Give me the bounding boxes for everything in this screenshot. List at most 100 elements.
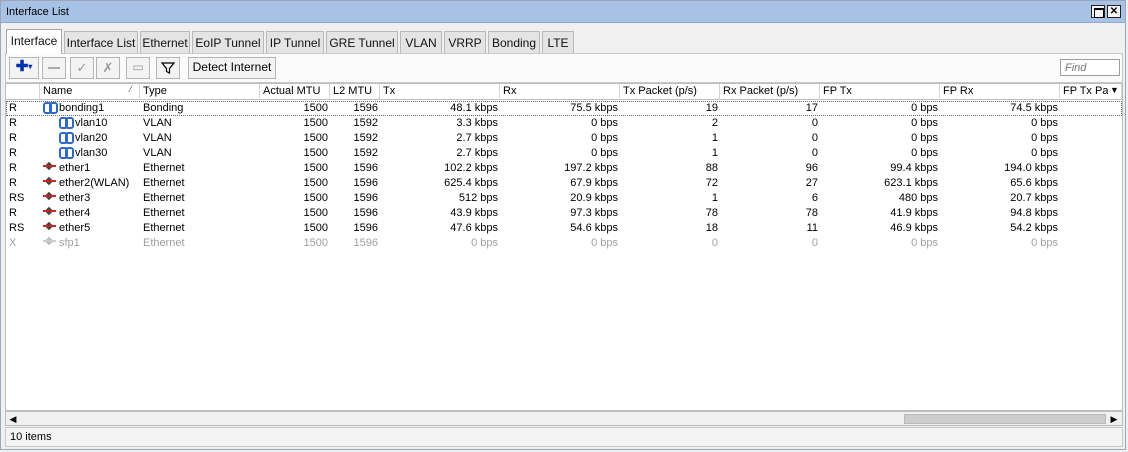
- column-header[interactable]: FP Tx: [820, 84, 940, 100]
- cell-mtu: 1500: [303, 102, 328, 114]
- scroll-right-icon[interactable]: ▶: [1108, 413, 1120, 425]
- column-menu-icon[interactable]: ▼: [1108, 85, 1121, 95]
- title-bar[interactable]: Interface List ✕: [1, 1, 1125, 23]
- cell-txp: 72: [705, 177, 718, 189]
- scroll-left-icon[interactable]: ◀: [7, 413, 19, 425]
- cell-fptxp: [1060, 101, 1122, 116]
- cell-fprx: 74.5 kbps: [1010, 102, 1058, 114]
- tab-eoip-tunnel[interactable]: EoIP Tunnel: [192, 31, 264, 53]
- filter-button[interactable]: [156, 57, 180, 79]
- cell-mtu: 1500: [303, 222, 328, 234]
- tab-gre-tunnel[interactable]: GRE Tunnel: [326, 31, 398, 53]
- cell-fptx: 41.9 kbps: [890, 207, 938, 219]
- cell-tx: 625.4 kbps: [444, 177, 498, 189]
- cell-rxp: 6: [811, 192, 818, 204]
- tab-ethernet[interactable]: Ethernet: [140, 31, 190, 53]
- cell-rxp: 0: [811, 237, 818, 249]
- column-header[interactable]: Rx: [500, 84, 620, 100]
- tab-vlan[interactable]: VLAN: [400, 31, 442, 53]
- interface-name: ether5: [59, 222, 91, 234]
- cell-rx: 0 bps: [591, 147, 618, 159]
- cell-flags: R: [9, 162, 17, 174]
- chevron-down-icon: ▾: [28, 62, 33, 71]
- tab-interface-list[interactable]: Interface List: [64, 31, 138, 53]
- tab-vrrp[interactable]: VRRP: [444, 31, 486, 53]
- comment-button[interactable]: ▭: [126, 57, 150, 79]
- cell-tx: 47.6 kbps: [450, 222, 498, 234]
- column-header[interactable]: Type: [140, 84, 260, 100]
- tab-lte[interactable]: LTE: [542, 31, 574, 53]
- cell-name: ether2(WLAN): [40, 176, 140, 191]
- interface-name: sfp1: [59, 237, 80, 249]
- cell-txp: 0: [711, 237, 718, 249]
- cell-name: ether3: [40, 191, 140, 206]
- column-header[interactable]: Tx: [380, 84, 500, 100]
- close-icon[interactable]: ✕: [1107, 5, 1121, 18]
- cell-flags: X: [9, 237, 17, 249]
- cell-flags: R: [9, 132, 17, 144]
- table-row[interactable]: Rvlan10 VLAN 1500 1592 3.3 kbps 0 bps 2 0 0 bps 0…: [6, 116, 1122, 131]
- cell-tx: 3.3 kbps: [456, 117, 498, 129]
- table-row[interactable]: Rether4 Ethernet 1500 1596 43.9 kbps 97.3 kbp…: [6, 206, 1122, 221]
- table-row[interactable]: Rbonding1 Bonding 1500 1596 48.1 kbps 75.5 kb…: [6, 101, 1122, 116]
- ethernet-icon: [43, 221, 57, 232]
- interface-name: bonding1: [59, 102, 105, 114]
- cell-mtu: 1500: [303, 207, 328, 219]
- detect-internet-button[interactable]: Detect Internet: [188, 57, 276, 79]
- cell-name: bonding1: [40, 101, 140, 116]
- cell-name: ether5: [40, 221, 140, 236]
- column-header[interactable]: Actual MTU: [260, 84, 330, 100]
- table-row[interactable]: Xsfp1 Ethernet 1500 1596 0 bps 0 bps 0 0 0 bps 0 …: [6, 236, 1122, 251]
- add-button[interactable]: ✚▾: [9, 57, 39, 79]
- scroll-thumb[interactable]: [904, 414, 1106, 424]
- find-input[interactable]: [1060, 59, 1120, 76]
- cell-fprx: 94.8 kbps: [1010, 207, 1058, 219]
- cell-rxp: 27: [805, 177, 818, 189]
- cell-tx: 102.2 kbps: [444, 162, 498, 174]
- cell-rx: 75.5 kbps: [570, 102, 618, 114]
- enable-button[interactable]: ✓: [70, 57, 94, 79]
- cell-rx: 0 bps: [591, 237, 618, 249]
- column-header[interactable]: Tx Packet (p/s): [620, 84, 720, 100]
- column-header[interactable]: Rx Packet (p/s): [720, 84, 820, 100]
- maximize-icon[interactable]: [1091, 5, 1105, 18]
- cell-type: VLAN: [143, 132, 172, 144]
- remove-button[interactable]: [42, 57, 66, 79]
- table-row[interactable]: Rether2(WLAN) Ethernet 1500 1596 625.4 kbps 6…: [6, 176, 1122, 191]
- cell-fprx: 0 bps: [1031, 237, 1058, 249]
- cell-rxp: 11: [806, 222, 818, 234]
- cell-name: vlan20: [40, 131, 140, 146]
- check-icon: ✓: [76, 60, 88, 75]
- table-row[interactable]: Rvlan20 VLAN 1500 1592 2.7 kbps 0 bps 1 0 0 bps 0…: [6, 131, 1122, 146]
- tab-interface[interactable]: Interface: [6, 29, 62, 54]
- cell-txp: 2: [711, 117, 718, 129]
- table-row[interactable]: RS ether5 Ethernet 1500 1596 47.6 kbps 54.6 kb…: [6, 221, 1122, 236]
- table-row[interactable]: Rether1 Ethernet 1500 1596 102.2 kbps 197.2 k…: [6, 161, 1122, 176]
- disable-button[interactable]: ✗: [96, 57, 120, 79]
- table-row[interactable]: RS ether3 Ethernet 1500 1596 512 bps 20.9 kbps…: [6, 191, 1122, 206]
- column-header[interactable]: Name: [40, 84, 140, 100]
- cell-fptxp: [1060, 206, 1122, 221]
- cell-rxp: 96: [805, 162, 818, 174]
- tab-bonding[interactable]: Bonding: [488, 31, 540, 53]
- cell-fptxp: [1060, 161, 1122, 176]
- column-header[interactable]: L2 MTU: [330, 84, 380, 100]
- column-header[interactable]: FP Rx: [940, 84, 1060, 100]
- cell-rx: 54.6 kbps: [570, 222, 618, 234]
- horizontal-scrollbar[interactable]: ◀ ▶: [5, 411, 1123, 426]
- cell-type: Bonding: [143, 102, 184, 114]
- cell-fprx: 65.6 kbps: [1010, 177, 1058, 189]
- cell-tx: 512 bps: [458, 192, 498, 204]
- cell-rxp: 0: [811, 132, 818, 144]
- cell-type: Ethernet: [143, 162, 185, 174]
- cell-fprx: 20.7 kbps: [1010, 192, 1058, 204]
- tab-ip-tunnel[interactable]: IP Tunnel: [266, 31, 324, 53]
- cell-rx: 20.9 kbps: [570, 192, 618, 204]
- interface-name: vlan30: [75, 147, 108, 159]
- column-header[interactable]: [6, 84, 40, 100]
- interface-table: Name Type Actual MTU L2 MTU Tx Rx Tx Packet (p…: [5, 83, 1123, 411]
- window-title: Interface List: [6, 6, 69, 18]
- cell-mtu: 1500: [303, 132, 328, 144]
- table-row[interactable]: Rvlan30 VLAN 1500 1592 2.7 kbps 0 bps 1 0 0 bps 0…: [6, 146, 1122, 161]
- cell-l2mtu: 1596: [353, 162, 378, 174]
